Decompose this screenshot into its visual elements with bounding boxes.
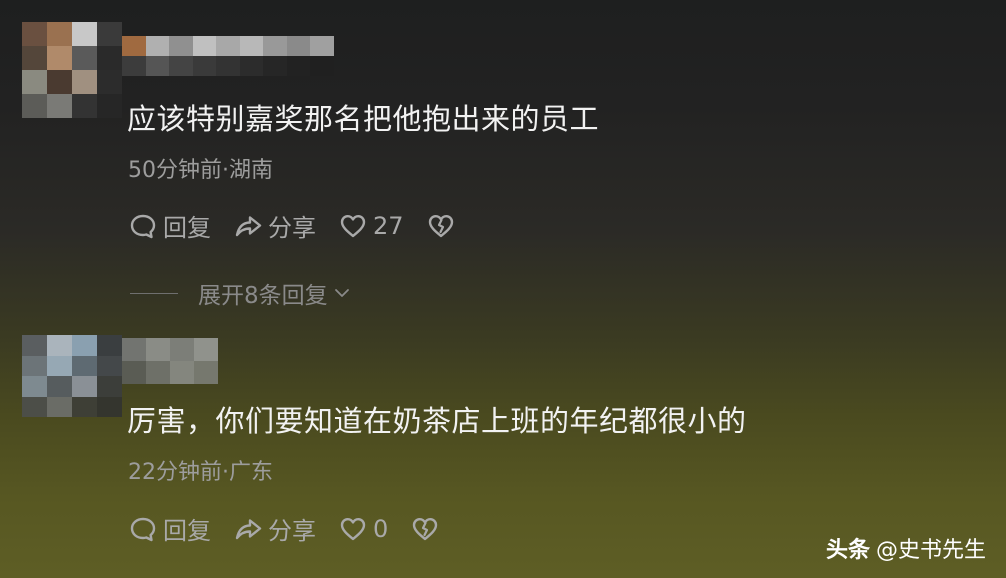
like-button[interactable]: 27 xyxy=(338,211,404,241)
dislike-button[interactable] xyxy=(426,211,461,241)
comment-meta: 22分钟前·广东 xyxy=(128,460,273,485)
watermark-author: @史书先生 xyxy=(875,538,986,563)
username[interactable] xyxy=(122,338,218,384)
dislike-button[interactable] xyxy=(410,514,445,544)
share-label: 分享 xyxy=(268,214,316,242)
comment-bubble-icon xyxy=(130,517,156,541)
watermark-brand: 头条 xyxy=(825,538,870,563)
comment-text: 厉害，你们要知道在奶茶店上班的年纪都很小的 xyxy=(127,404,747,438)
reply-label: 回复 xyxy=(163,517,211,545)
comment-meta: 50分钟前·湖南 xyxy=(128,158,273,183)
avatar[interactable] xyxy=(22,335,122,417)
reply-label: 回复 xyxy=(163,214,211,242)
share-arrow-icon xyxy=(235,518,262,539)
share-arrow-icon xyxy=(235,215,262,236)
comment-bubble-icon xyxy=(130,214,156,238)
broken-heart-icon xyxy=(413,517,438,540)
username[interactable] xyxy=(122,36,334,76)
reply-button[interactable]: 回复 xyxy=(128,208,211,243)
divider-line xyxy=(130,292,178,294)
like-count: 0 xyxy=(373,514,389,543)
avatar[interactable] xyxy=(22,22,122,118)
heart-icon xyxy=(340,517,366,540)
heart-icon xyxy=(340,214,366,237)
like-button[interactable]: 0 xyxy=(338,514,388,544)
comment-text: 应该特别嘉奖那名把他抱出来的员工 xyxy=(127,102,600,136)
share-button[interactable]: 分享 xyxy=(233,208,316,243)
share-label: 分享 xyxy=(268,517,316,545)
reply-button[interactable]: 回复 xyxy=(128,511,211,546)
broken-heart-icon xyxy=(428,214,453,237)
watermark: 头条 @史书先生 xyxy=(826,532,986,564)
chevron-down-icon xyxy=(334,289,349,297)
expand-replies-label: 展开8条回复 xyxy=(198,283,328,309)
like-count: 27 xyxy=(373,211,404,240)
comment-actions: 回复 分享 0 xyxy=(128,511,467,546)
expand-replies-button[interactable]: 展开8条回复 xyxy=(130,276,352,310)
share-button[interactable]: 分享 xyxy=(233,511,316,546)
comment-actions: 回复 分享 27 xyxy=(128,208,483,243)
